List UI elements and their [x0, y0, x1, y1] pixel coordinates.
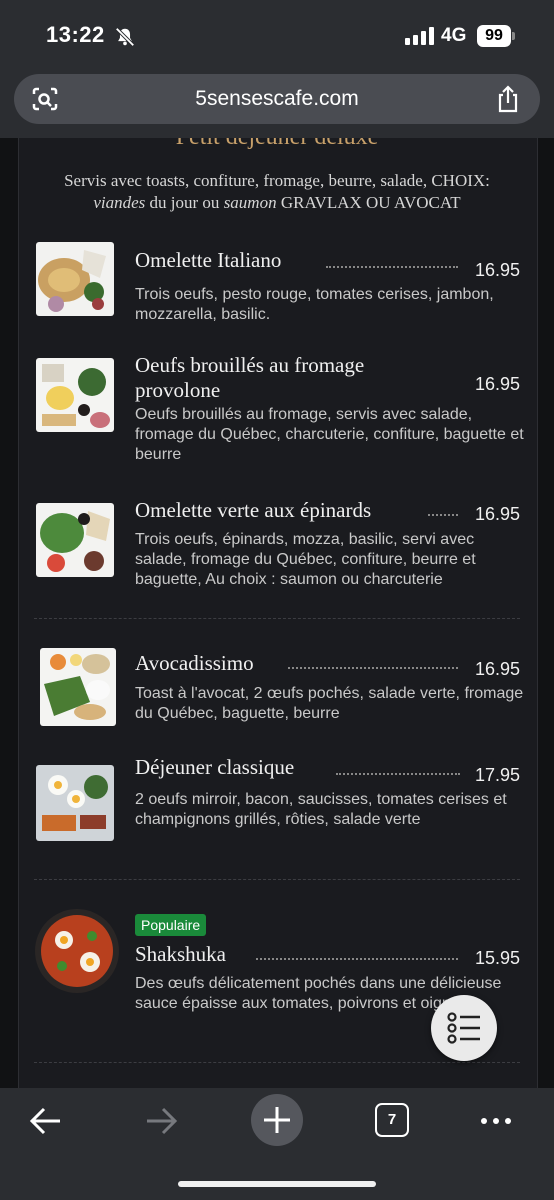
dish-photo [36, 503, 114, 577]
subtitle-line1: Servis avec toasts, confiture, fromage, … [64, 171, 490, 190]
section-divider [34, 618, 520, 619]
item-price: 17.95 [474, 765, 520, 785]
item-price: 16.95 [474, 659, 520, 679]
item-name: Omelette verte aux épinards [135, 498, 372, 522]
list-icon [447, 1012, 480, 1044]
url-text[interactable]: 5sensescafe.com [14, 87, 540, 111]
battery-tip [512, 32, 515, 40]
menu-item-avocadissimo[interactable]: Avocadissimo 16.95 Toast à l'avocat, 2 œ… [0, 648, 554, 738]
share-icon[interactable] [496, 85, 520, 113]
popular-badge: Populaire [135, 914, 207, 936]
menu-item-oeufs-brouilles[interactable]: Oeufs brouillés au fromage provolone 16.… [0, 353, 554, 483]
battery-icon: 99 [477, 25, 511, 47]
menu-item-omelette-verte[interactable]: Omelette verte aux épinards 16.95 Trois … [0, 498, 554, 598]
item-price: 16.95 [474, 260, 520, 280]
more-menu-icon[interactable] [481, 1118, 511, 1124]
menu-item-dejeuner-classique[interactable]: Déjeuner classique 17.95 2 oeufs mirroir… [0, 755, 554, 865]
dish-photo [40, 648, 116, 726]
subtitle-saumon: saumon [223, 193, 277, 212]
dish-photo [35, 909, 119, 993]
dot-leader [326, 266, 458, 268]
item-description: Toast à l'avocat, 2 œufs pochés, salade … [135, 685, 524, 722]
menu-list-button[interactable] [431, 995, 497, 1061]
item-price: 15.95 [474, 948, 520, 968]
item-name: Avocadissimo [135, 651, 254, 675]
dish-photo [36, 358, 114, 432]
dish-photo [36, 242, 114, 316]
bell-muted-icon [115, 27, 135, 47]
dot-leader [336, 773, 460, 775]
item-description: Oeufs brouillés au fromage, servis avec … [135, 406, 524, 463]
forward-arrow-icon[interactable] [143, 1106, 179, 1136]
subtitle-mid: du jour ou [145, 193, 224, 212]
item-name: Shakshuka [135, 942, 226, 966]
dot-leader [288, 667, 458, 669]
item-description: 2 oeufs mirroir, bacon, saucisses, tomat… [135, 791, 507, 828]
web-page: Petit déjeuner deluxe Servis avec toasts… [0, 138, 554, 1088]
item-description: Trois oeufs, épinards, mozza, basilic, s… [135, 531, 476, 588]
item-name: Oeufs brouillés au fromage provolone [135, 353, 365, 402]
plus-icon [264, 1107, 290, 1133]
tab-switcher-button[interactable]: 7 [375, 1103, 409, 1137]
item-name: Omelette Italiano [135, 248, 282, 272]
browser-address-area: 5sensescafe.com [0, 58, 554, 138]
address-bar[interactable]: 5sensescafe.com [14, 74, 540, 124]
item-price: 16.95 [474, 374, 520, 394]
subtitle-viandes: viandes [93, 193, 146, 212]
dish-photo [36, 765, 114, 841]
menu-item-omelette-italiano[interactable]: Omelette Italiano 16.95 Trois oeufs, pes… [0, 242, 554, 342]
new-tab-button[interactable] [251, 1094, 303, 1146]
home-indicator[interactable] [178, 1181, 376, 1187]
item-description: Trois oeufs, pesto rouge, tomates cerise… [135, 286, 494, 323]
network-type: 4G [441, 25, 467, 46]
section-divider [34, 879, 520, 880]
section-divider [34, 1062, 520, 1063]
section-title: Petit déjeuner deluxe [0, 138, 554, 151]
dot-leader [256, 958, 458, 960]
item-price: 16.95 [474, 504, 520, 524]
section-subtitle: Servis avec toasts, confiture, fromage, … [30, 170, 524, 214]
back-arrow-icon[interactable] [28, 1106, 64, 1136]
item-name: Déjeuner classique [135, 755, 295, 779]
subtitle-end: GRAVLAX OU AVOCAT [276, 193, 461, 212]
status-time: 13:22 [46, 22, 105, 47]
signal-icon [405, 27, 434, 45]
dot-leader [428, 514, 458, 516]
